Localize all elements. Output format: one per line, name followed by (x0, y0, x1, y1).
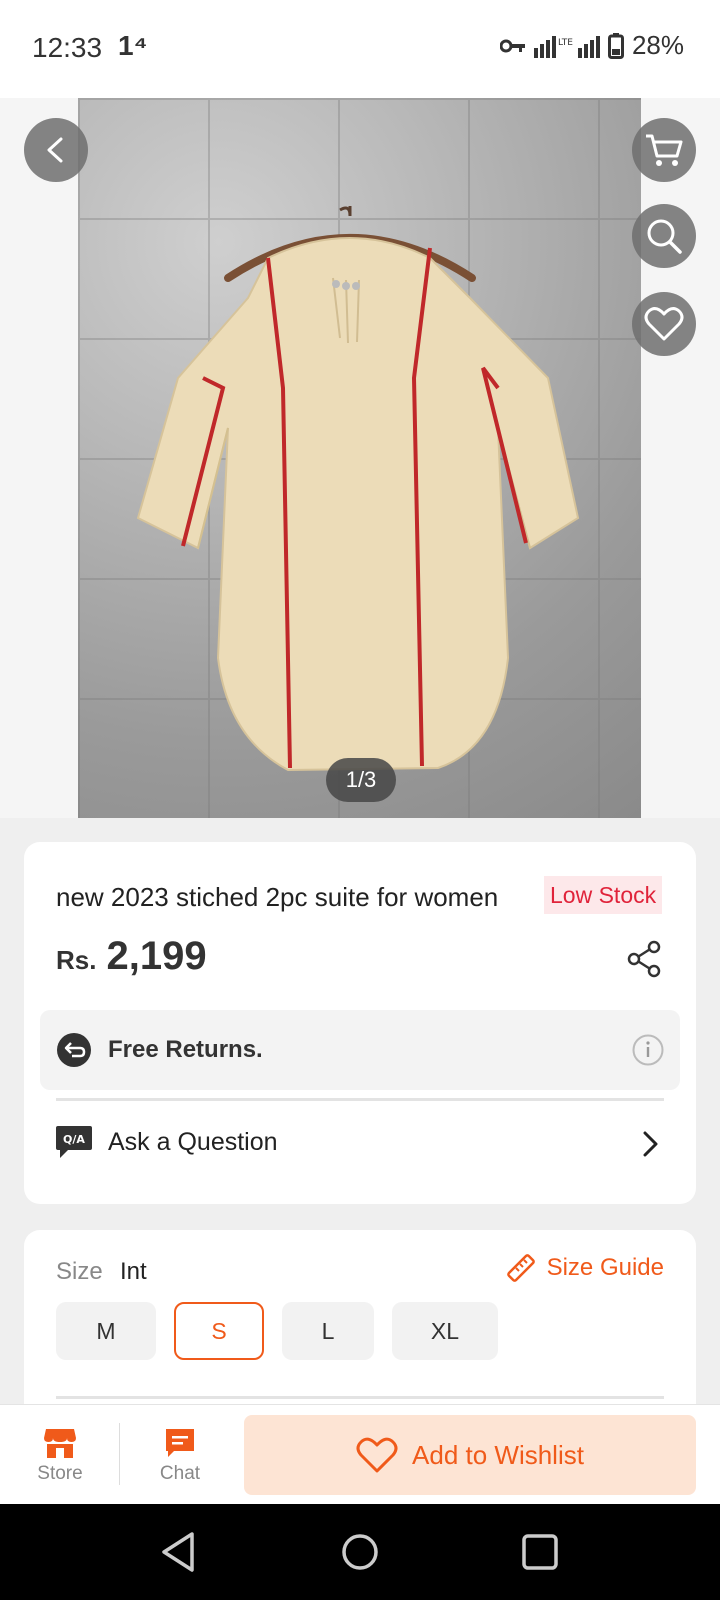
favorite-button[interactable] (632, 292, 696, 356)
dress-illustration (136, 206, 580, 772)
chevron-right-icon (643, 1131, 658, 1157)
free-returns-label: Free Returns. (108, 1036, 263, 1063)
size-option-xl[interactable]: XL (392, 1302, 498, 1360)
bottom-action-bar: Store Chat Add to Wishlist (0, 1404, 720, 1504)
divider (119, 1423, 120, 1485)
size-option-s[interactable]: S (174, 1302, 264, 1360)
battery-percent: 28% (631, 30, 684, 60)
add-to-wishlist-label: Add to Wishlist (412, 1439, 584, 1470)
divider (56, 1098, 664, 1101)
status-time: 12:33 (32, 32, 103, 63)
heart-icon (644, 307, 684, 341)
size-selector-card: Size Int Size Guide M S L XL (24, 1230, 696, 1430)
ask-question-label: Ask a Question (108, 1128, 278, 1156)
share-icon (627, 940, 661, 978)
product-title: new 2023 stiched 2pc suite for women (56, 882, 499, 912)
product-price: Rs. 2,199 (56, 934, 207, 979)
low-stock-badge: Low Stock (544, 876, 663, 914)
price-amount: 2,199 (106, 934, 207, 978)
nav-recents-icon[interactable] (520, 1530, 560, 1574)
store-label: Store (37, 1463, 83, 1484)
size-option-l[interactable]: L (282, 1302, 374, 1360)
battery-icon (607, 32, 624, 59)
search-button[interactable] (632, 204, 696, 268)
size-option-m[interactable]: M (56, 1302, 156, 1360)
cart-button[interactable] (632, 118, 696, 182)
size-system: Int (120, 1258, 147, 1285)
gallery-page-indicator: 1/3 (326, 758, 396, 802)
nav-home-icon[interactable] (340, 1530, 380, 1574)
info-icon[interactable] (632, 1034, 664, 1066)
add-to-wishlist-button[interactable]: Add to Wishlist (244, 1415, 696, 1495)
heart-icon (356, 1437, 398, 1473)
status-notification-indicator: 1⁴ (118, 30, 148, 61)
vpn-key-icon (499, 39, 525, 52)
store-button[interactable]: Store (20, 1427, 100, 1485)
size-guide-label: Size Guide (546, 1254, 664, 1281)
ruler-icon (506, 1254, 535, 1282)
chat-label: Chat (159, 1463, 201, 1484)
share-button[interactable] (626, 940, 662, 983)
status-bar: 12:33 1⁴ LTE 28% (0, 0, 720, 98)
chat-icon (166, 1429, 194, 1457)
status-indicators: LTE 28% (499, 30, 684, 61)
product-info-card: new 2023 stiched 2pc suite for women Low… (24, 842, 696, 1204)
back-arrow-icon (47, 137, 63, 163)
price-currency: Rs. (56, 945, 97, 975)
chat-button[interactable]: Chat (140, 1427, 220, 1485)
qa-icon: Q/A (56, 1126, 92, 1158)
product-image[interactable] (78, 98, 641, 818)
product-gallery[interactable]: 1/3 (0, 98, 720, 818)
return-icon (57, 1033, 91, 1067)
free-returns-row[interactable]: Free Returns. (40, 1010, 680, 1090)
search-icon (647, 219, 682, 254)
svg-text:LTE: LTE (558, 38, 573, 48)
divider (56, 1396, 664, 1399)
back-button[interactable] (24, 118, 88, 182)
signal-icon: LTE (533, 35, 600, 58)
ask-question-row[interactable]: Q/A Ask a Question (24, 1104, 696, 1184)
system-navigation-bar (0, 1504, 720, 1600)
nav-back-icon[interactable] (158, 1530, 198, 1574)
size-label: Size (56, 1258, 103, 1285)
size-guide-link[interactable]: Size Guide (505, 1252, 664, 1284)
cart-icon (646, 134, 683, 166)
store-icon (44, 1429, 76, 1458)
svg-text:Q/A: Q/A (63, 1133, 85, 1146)
